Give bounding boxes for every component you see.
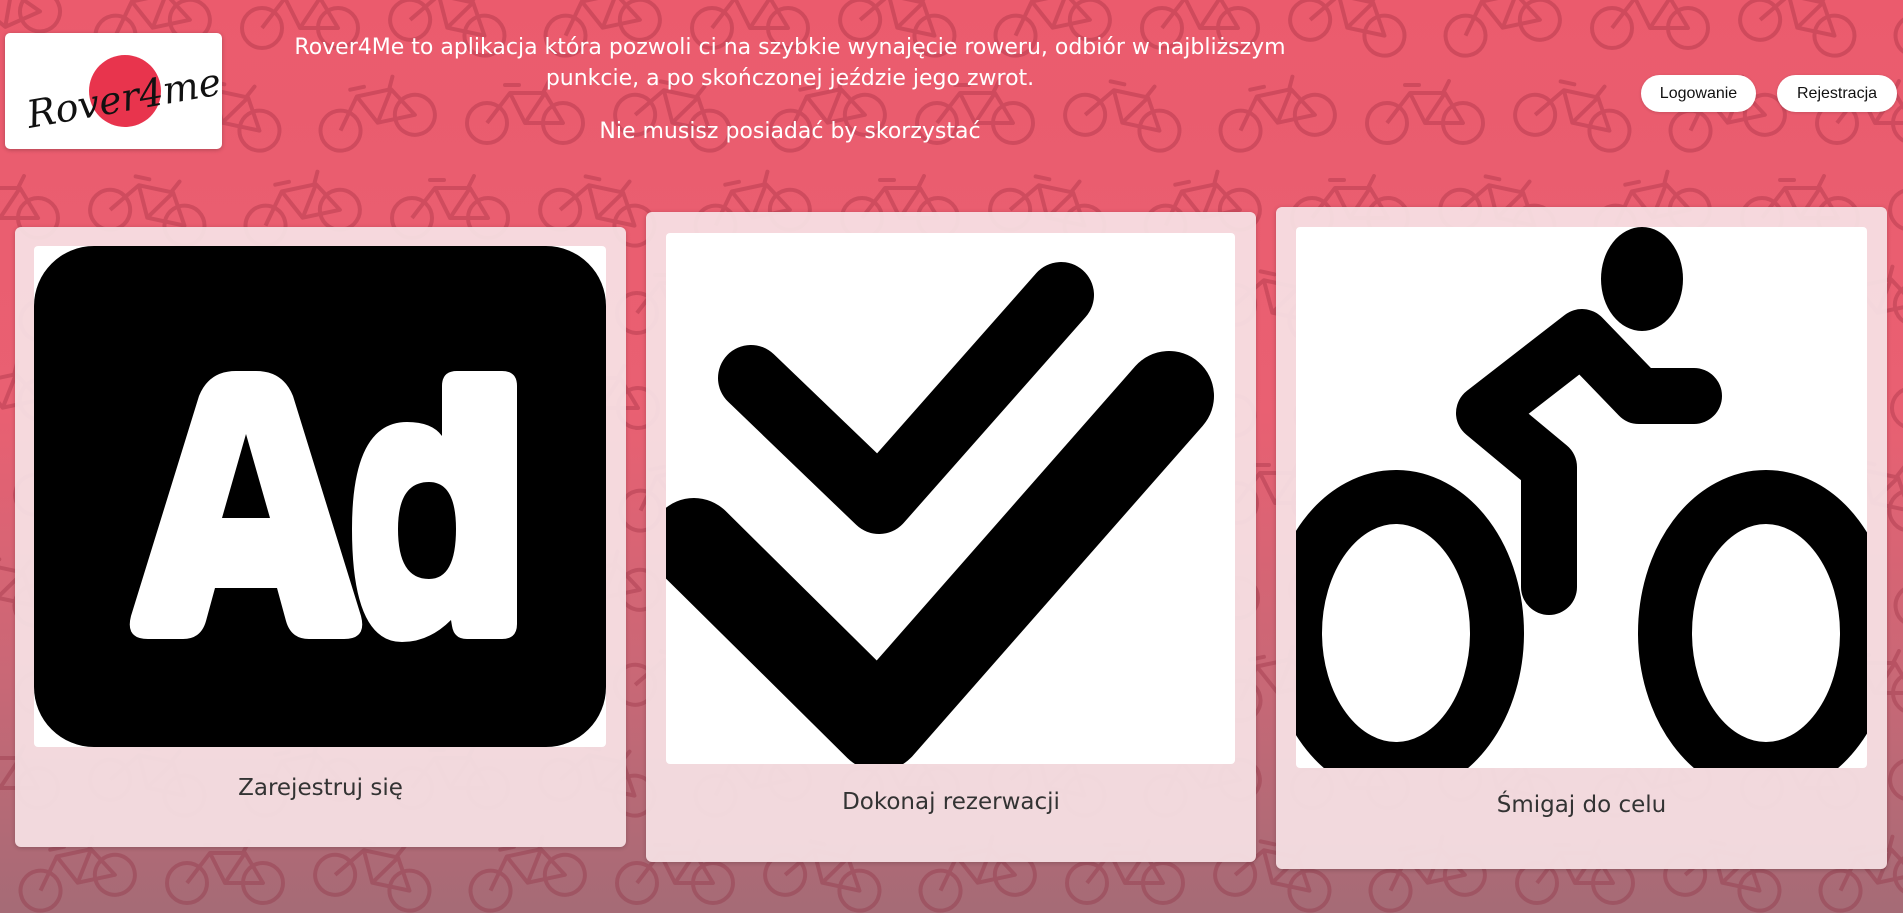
bicycle-pattern-icon [1890,387,1903,429]
bicycle-pattern-icon [1288,0,1407,58]
card-reservation[interactable]: Dokonaj rezerwacji [646,212,1256,862]
bicycle-pattern-icon [1443,0,1562,58]
bicycle-pattern-icon [1513,79,1632,153]
login-button[interactable]: Logowanie [1641,75,1756,112]
bicycle-pattern-icon [1738,0,1857,58]
card-image [1296,227,1867,768]
register-button[interactable]: Rejestracja [1777,75,1897,112]
rover4me-logo: Rover4me [22,55,222,137]
card-image [666,233,1235,764]
card-caption: Dokonaj rezerwacji [842,789,1060,815]
card-caption: Zarejestruj się [238,775,403,801]
logo[interactable]: Rover4me [5,33,222,149]
card-caption: Śmigaj do celu [1496,792,1667,818]
intro-description: Rover4Me to aplikacja która pozwoli ci n… [294,35,1286,91]
bicycle-pattern-icon [1365,79,1485,145]
bicycle-pattern-icon [1590,0,1710,50]
intro-text: Rover4Me to aplikacja która pozwoli ci n… [280,32,1300,147]
intro-tagline: Nie musisz posiadać by skorzystać [599,119,981,144]
card-register[interactable]: Zarejestruj się [15,227,626,847]
bicycle-pattern-icon [1893,13,1903,58]
double-check-icon [666,262,1214,764]
card-ride[interactable]: Śmigaj do celu [1276,207,1887,869]
card-image [34,246,606,747]
ad-icon [34,246,606,747]
bicycle-rider-icon [1296,227,1867,768]
